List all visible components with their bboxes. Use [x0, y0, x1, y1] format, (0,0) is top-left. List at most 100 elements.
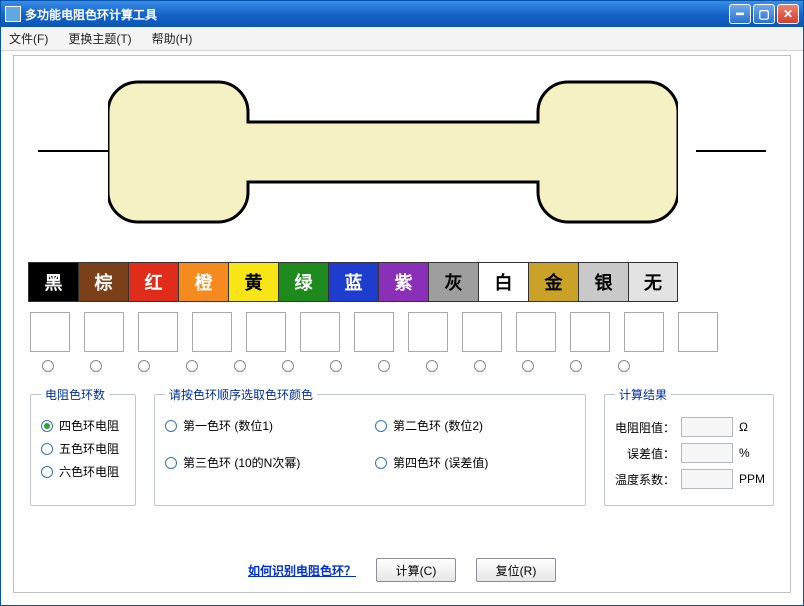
color-radio-9[interactable]: [474, 360, 486, 372]
opt-6ring-label: 六色环电阻: [59, 463, 119, 480]
color-swatch-5[interactable]: 绿: [278, 262, 328, 302]
resistor-lead-left: [38, 150, 108, 152]
radio-icon: [41, 443, 53, 455]
color-radio-12[interactable]: [618, 360, 630, 372]
color-radio-6[interactable]: [330, 360, 342, 372]
tempco-value: [681, 469, 733, 489]
menu-theme[interactable]: 更换主题(T): [68, 30, 131, 47]
color-radio-8[interactable]: [426, 360, 438, 372]
resistance-label: 电阻阻值：: [615, 419, 675, 436]
tempco-label: 温度系数：: [615, 471, 675, 488]
window-buttons: ━ ▢ ✕: [729, 4, 799, 24]
color-swatch-6[interactable]: 蓝: [328, 262, 378, 302]
opt-4ring[interactable]: 四色环电阻: [41, 417, 125, 434]
tolerance-value: [681, 443, 733, 463]
resistor-illustration: [28, 72, 776, 242]
color-swatch-4[interactable]: 黄: [228, 262, 278, 302]
group-ring-select-legend: 请按色环顺序选取色环颜色: [165, 386, 317, 403]
color-slot-10[interactable]: [570, 312, 610, 352]
maximize-button[interactable]: ▢: [753, 4, 775, 24]
color-swatch-3[interactable]: 橙: [178, 262, 228, 302]
help-link[interactable]: 如何识别电阻色环？: [248, 562, 356, 579]
color-swatch-7[interactable]: 紫: [378, 262, 428, 302]
color-radio-4[interactable]: [234, 360, 246, 372]
resistance-unit: Ω: [739, 420, 763, 434]
minimize-button[interactable]: ━: [729, 4, 751, 24]
content-panel: 黑棕红橙黄绿蓝紫灰白金银无 电阻色环数 四色环电阻 五色环电阻: [13, 55, 791, 593]
group-ring-select: 请按色环顺序选取色环颜色 第一色环 (数位1) 第二色环 (数位2) 第三色环 …: [154, 386, 586, 506]
color-swatch-9[interactable]: 白: [478, 262, 528, 302]
color-palette: 黑棕红橙黄绿蓝紫灰白金银无: [28, 262, 776, 302]
menu-file[interactable]: 文件(F): [9, 30, 48, 47]
window-title: 多功能电阻色环计算工具: [25, 6, 729, 23]
resistor-lead-right: [696, 150, 766, 152]
radio-icon: [165, 420, 177, 432]
result-tolerance: 误差值： %: [615, 443, 763, 463]
color-slot-2[interactable]: [138, 312, 178, 352]
color-slot-0[interactable]: [30, 312, 70, 352]
color-slot-3[interactable]: [192, 312, 232, 352]
menubar: 文件(F) 更换主题(T) 帮助(H): [1, 27, 803, 51]
color-slot-1[interactable]: [84, 312, 124, 352]
radio-icon: [375, 457, 387, 469]
color-radio-3[interactable]: [186, 360, 198, 372]
menu-help[interactable]: 帮助(H): [152, 30, 193, 47]
opt-4ring-label: 四色环电阻: [59, 417, 119, 434]
color-swatch-10[interactable]: 金: [528, 262, 578, 302]
opt-ring3-label: 第三色环 (10的N次幂): [183, 454, 300, 471]
color-radio-0[interactable]: [42, 360, 54, 372]
color-swatch-8[interactable]: 灰: [428, 262, 478, 302]
tempco-unit: PPM: [739, 472, 763, 486]
color-slot-4[interactable]: [246, 312, 286, 352]
group-ring-count-legend: 电阻色环数: [41, 386, 109, 403]
group-result: 计算结果 电阻阻值： Ω 误差值： % 温度系数：: [604, 386, 774, 506]
color-slot-6[interactable]: [354, 312, 394, 352]
color-slot-7[interactable]: [408, 312, 448, 352]
radio-icon: [375, 420, 387, 432]
calculate-button[interactable]: 计算(C): [376, 558, 456, 582]
group-result-legend: 计算结果: [615, 386, 671, 403]
result-tempco: 温度系数： PPM: [615, 469, 763, 489]
opt-5ring[interactable]: 五色环电阻: [41, 440, 125, 457]
opt-ring4[interactable]: 第四色环 (误差值): [375, 454, 575, 471]
reset-button[interactable]: 复位(R): [476, 558, 556, 582]
bottom-bar: 如何识别电阻色环？ 计算(C) 复位(R): [14, 558, 790, 582]
color-slot-8[interactable]: [462, 312, 502, 352]
color-slot-11[interactable]: [624, 312, 664, 352]
color-radio-1[interactable]: [90, 360, 102, 372]
resistance-value: [681, 417, 733, 437]
opt-6ring[interactable]: 六色环电阻: [41, 463, 125, 480]
opt-5ring-label: 五色环电阻: [59, 440, 119, 457]
color-radio-5[interactable]: [282, 360, 294, 372]
color-radio-row: [28, 360, 776, 372]
color-radio-7[interactable]: [378, 360, 390, 372]
app-window: 多功能电阻色环计算工具 ━ ▢ ✕ 文件(F) 更换主题(T) 帮助(H) 黑棕…: [0, 0, 804, 606]
color-swatch-1[interactable]: 棕: [78, 262, 128, 302]
opt-ring4-label: 第四色环 (误差值): [393, 454, 488, 471]
opt-ring1-label: 第一色环 (数位1): [183, 417, 273, 434]
color-slot-12[interactable]: [678, 312, 718, 352]
tolerance-unit: %: [739, 446, 763, 460]
opt-ring1[interactable]: 第一色环 (数位1): [165, 417, 365, 434]
close-button[interactable]: ✕: [777, 4, 799, 24]
color-swatch-12[interactable]: 无: [628, 262, 678, 302]
group-ring-count: 电阻色环数 四色环电阻 五色环电阻 六色环电阻: [30, 386, 136, 506]
opt-ring2[interactable]: 第二色环 (数位2): [375, 417, 575, 434]
radio-icon: [41, 466, 53, 478]
color-slot-9[interactable]: [516, 312, 556, 352]
app-icon: [5, 6, 21, 22]
color-swatch-2[interactable]: 红: [128, 262, 178, 302]
color-radio-2[interactable]: [138, 360, 150, 372]
color-radio-10[interactable]: [522, 360, 534, 372]
titlebar: 多功能电阻色环计算工具 ━ ▢ ✕: [1, 1, 803, 27]
radio-icon: [165, 457, 177, 469]
result-resistance: 电阻阻值： Ω: [615, 417, 763, 437]
opt-ring3[interactable]: 第三色环 (10的N次幂): [165, 454, 365, 471]
tolerance-label: 误差值：: [615, 445, 675, 462]
color-slot-5[interactable]: [300, 312, 340, 352]
radio-icon: [41, 420, 53, 432]
color-swatch-0[interactable]: 黑: [28, 262, 78, 302]
color-radio-11[interactable]: [570, 360, 582, 372]
color-swatch-11[interactable]: 银: [578, 262, 628, 302]
opt-ring2-label: 第二色环 (数位2): [393, 417, 483, 434]
